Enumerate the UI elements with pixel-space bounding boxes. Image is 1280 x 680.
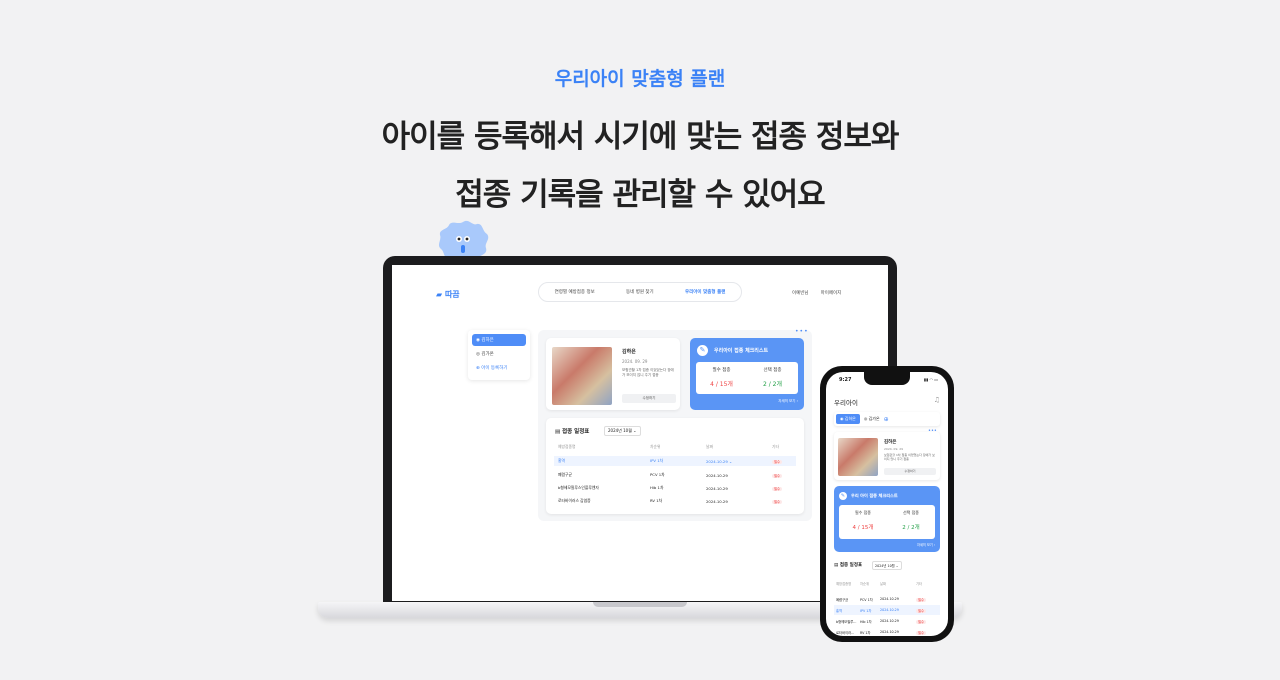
optional-label: 선택 접종 — [763, 368, 782, 373]
table-row[interactable]: 로타바이러스 감염증 RV 1차 2024.10.29 필수 — [554, 496, 796, 506]
nav-hospital-search[interactable]: 동네 병원 찾기 — [626, 289, 654, 295]
child-tabs: ◉ 김하은 ◎ 김가온 ⊕ — [834, 412, 940, 426]
checklist-summary: 필수 접종 4 / 15개 선택 접종 2 / 2개 — [839, 505, 935, 539]
vaccine-schedule: ▤ 접종 일정표 2024년 10월 ⌄ 예방접종명 차순위 날짜 기타 폐렴구… — [834, 558, 940, 636]
status-icons: ▮▮ ◠ ▭ — [923, 377, 938, 382]
app-logo[interactable]: ▰ 따끔 — [436, 289, 460, 300]
laptop-screen: ▰ 따끔 연령별 예방접종 정보 동네 병원 찾기 우리아이 맞춤형 플랜 이예… — [392, 265, 888, 601]
status-badge: 필수 — [916, 608, 927, 613]
checklist-summary: 필수 접종 4 / 15개 선택 접종 2 / 2개 — [696, 362, 798, 394]
child-note: 보험관할 1차 접종 이었었는다 장애가 보이지 않니 주기 접종 — [622, 368, 674, 377]
checklist-title: 우리아이 접종 체크리스트 — [714, 348, 769, 354]
status-badge: 필수 — [772, 459, 783, 464]
vaccine-schedule: ▤ 접종 일정표 2024년 10월 ⌄ 예방접종명 차순위 날짜 기타 홍역 … — [546, 418, 804, 514]
more-options-icon[interactable]: ••• — [795, 328, 809, 335]
required-count: 4 / 15개 — [852, 525, 874, 531]
month-select[interactable]: 2024년 10월 ⌄ — [872, 561, 902, 570]
status-badge: 필수 — [916, 630, 927, 635]
required-count: 4 / 15개 — [710, 381, 733, 388]
add-child-icon[interactable]: ⊕ — [884, 416, 889, 423]
edit-child-button[interactable]: 수정하기 — [884, 468, 936, 475]
schedule-title: ▤ 접종 일정표 — [555, 429, 590, 435]
nav-vaccine-info[interactable]: 연령별 예방접종 정보 — [555, 289, 595, 295]
sidebar-item-child-1[interactable]: ◉ 김하은 — [472, 334, 526, 346]
child-birthdate: 2024. 09. 29 — [884, 447, 904, 451]
user-name[interactable]: 이예빈님 — [792, 290, 809, 296]
child-birthdate: 2024. 09. 29 — [622, 359, 648, 364]
sidebar-add-child[interactable]: ⊕ 아이 등록하기 — [472, 362, 526, 374]
child-photo — [552, 347, 612, 405]
main-panel: ••• 김하은 2024. 09. 29 보험관할 1차 접종 이었었는다 장애… — [538, 328, 812, 521]
checklist-more-link[interactable]: 자세히 보기 › — [778, 399, 798, 404]
nav-custom-plan[interactable]: 우리아이 맞춤형 플랜 — [685, 289, 725, 295]
required-label: 필수 접종 — [712, 368, 731, 373]
child-sidebar: ◉ 김하은 ◎ 김가온 ⊕ 아이 등록하기 — [468, 330, 530, 380]
status-badge: 필수 — [916, 619, 927, 624]
status-badge: 필수 — [916, 597, 927, 602]
child-profile-card: 김하은 2024. 09. 29 보험관할 1차 접종 이었었는다 장애가 보이… — [834, 432, 940, 480]
table-row[interactable]: b형헤모필루스인플루엔자 Hib 1차 2024.10.29 필수 — [554, 483, 796, 493]
optional-count: 2 / 2개 — [763, 381, 782, 388]
status-time: 9:27 — [839, 377, 852, 383]
hero-headline: 아이를 등록해서 시기에 맞는 접종 정보와 접종 기록을 관리할 수 있어요 — [0, 108, 1280, 224]
page-title: 우리아이 — [834, 399, 858, 407]
table-row[interactable]: 로타바이러... RV 1차 2024.10.29 필수 — [834, 627, 940, 636]
schedule-title: ▤ 접종 일정표 — [834, 563, 863, 568]
table-row[interactable]: 폐렴구균 PCV 1차 2024.10.29 필수 — [834, 594, 940, 604]
sidebar-item-child-2[interactable]: ◎ 김가온 — [472, 348, 526, 360]
syringe-icon: ✎ — [839, 492, 847, 500]
tab-child-2[interactable]: ◎ 김가온 — [864, 416, 880, 422]
status-badge: 필수 — [772, 499, 783, 504]
status-badge: 필수 — [772, 486, 783, 491]
syringe-icon: ✎ — [697, 345, 708, 356]
bell-icon[interactable]: ♫ — [934, 396, 940, 404]
required-label: 필수 접종 — [855, 510, 871, 515]
phone-frame: 9:27 ▮▮ ◠ ▭ 우리아이 ♫ ◉ 김하은 ◎ 김가온 ⊕ ••• 김하은… — [820, 366, 954, 642]
phone-screen: 9:27 ▮▮ ◠ ▭ 우리아이 ♫ ◉ 김하은 ◎ 김가온 ⊕ ••• 김하은… — [826, 372, 948, 636]
child-name: 김하은 — [884, 440, 897, 445]
user-menu: 이예빈님 마이페이지 — [792, 290, 841, 296]
vaccine-checklist-card: ✎ 우리아이 접종 체크리스트 필수 접종 4 / 15개 선택 접종 2 / … — [690, 338, 804, 410]
mypage-link[interactable]: 마이페이지 — [821, 290, 842, 296]
child-name: 김하은 — [622, 349, 636, 355]
child-photo — [838, 438, 878, 476]
vaccine-checklist-card: ✎ 우리 아이 접종 체크리스트 필수 접종 4 / 15개 선택 접종 2 /… — [834, 486, 940, 552]
optional-label: 선택 접종 — [903, 510, 919, 515]
child-note: 보험관할 1차 접종 이었었는다 장애가 보이지 않니 주기 접종 — [884, 453, 935, 461]
table-row[interactable]: b형헤모필루... Hib 1차 2024.10.29 필수 — [834, 616, 940, 626]
headline-line-2: 접종 기록을 관리할 수 있어요 — [455, 177, 825, 213]
table-row[interactable]: 폐렴구균 PCV 1차 2024.10.29 필수 — [554, 470, 796, 480]
schedule-header: 예방접종명 차순위 날짜 기타 — [558, 444, 779, 449]
headline-line-1: 아이를 등록해서 시기에 맞는 접종 정보와 — [381, 119, 900, 155]
checklist-more-link[interactable]: 자세히 보기 › — [917, 542, 935, 547]
laptop-hinge-notch — [593, 602, 687, 607]
hero-eyebrow: 우리아이 맞춤형 플랜 — [554, 68, 726, 90]
month-select[interactable]: 2024년 10월 ⌄ — [604, 426, 641, 436]
status-badge: 필수 — [772, 473, 783, 478]
child-profile-card: 김하은 2024. 09. 29 보험관할 1차 접종 이었었는다 장애가 보이… — [546, 338, 680, 410]
optional-count: 2 / 2개 — [902, 525, 920, 531]
dynamic-island — [864, 372, 910, 385]
top-nav: 연령별 예방접종 정보 동네 병원 찾기 우리아이 맞춤형 플랜 — [538, 282, 742, 302]
table-row[interactable]: 홍역 IPV 1차 2024.10.29 필수 — [834, 605, 940, 615]
tab-child-1[interactable]: ◉ 김하은 — [836, 414, 860, 424]
edit-child-button[interactable]: 수정하기 — [622, 394, 676, 403]
checklist-title: 우리 아이 접종 체크리스트 — [851, 493, 898, 498]
table-row[interactable]: 홍역 IPV 1차 2024.10.29 ⌄ 필수 — [554, 456, 796, 466]
schedule-header: 예방접종명 차순위 날짜 기타 — [836, 581, 923, 586]
